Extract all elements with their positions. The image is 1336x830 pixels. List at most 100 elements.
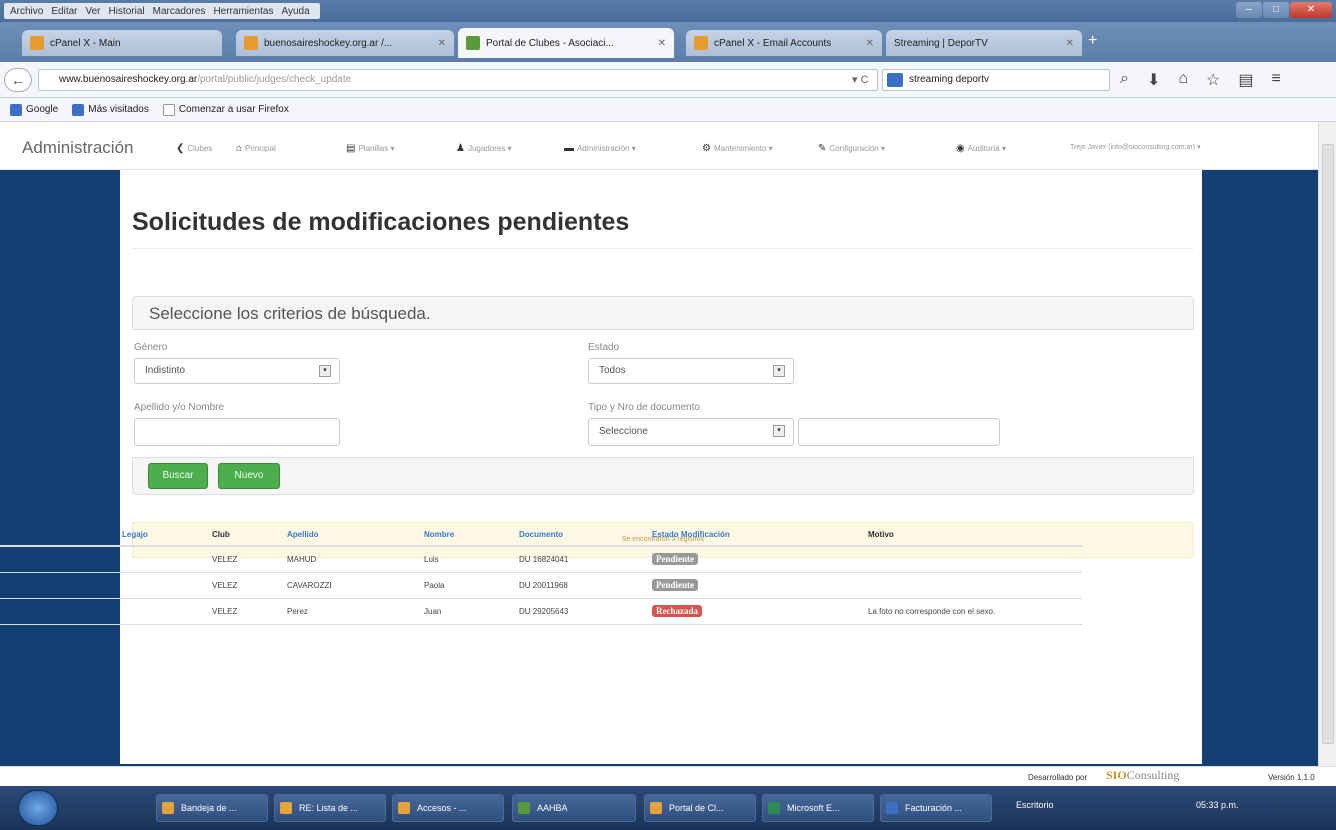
close-tab-icon[interactable]: ✕	[438, 38, 446, 49]
search-icon[interactable]: ⌕	[1120, 70, 1129, 90]
nav-principal[interactable]: ⌂ Principal	[236, 143, 276, 154]
url-bar[interactable]: www.buenosaireshockey.org.ar/portal/publ…	[38, 69, 878, 91]
taskbar-item[interactable]: Bandeja de ...	[156, 794, 268, 822]
nav-label: Principal	[245, 144, 276, 153]
app-icon	[518, 802, 530, 814]
col-motivo[interactable]: Motivo	[868, 524, 1082, 547]
tab-cpanel-email[interactable]: cPanel X - Email Accounts ✕	[686, 30, 882, 56]
nav-label: Planillas	[358, 144, 389, 153]
close-window-button[interactable]: ✕	[1290, 2, 1332, 18]
taskbar-label: Portal de Cl...	[669, 803, 724, 813]
nav-configuracion[interactable]: ✎ Configuración ▾	[818, 143, 885, 154]
nav-mantenimiento[interactable]: ⚙ Mantenimiento ▾	[702, 143, 773, 154]
menu-marcadores[interactable]: Marcadores	[153, 6, 206, 17]
nav-jugadores[interactable]: ♟ Jugadores ▾	[456, 143, 512, 154]
close-tab-icon[interactable]: ✕	[1066, 38, 1074, 49]
taskbar-item[interactable]: Facturación ...	[880, 794, 992, 822]
chevron-down-icon: ▾	[773, 425, 785, 437]
app-icon	[886, 802, 898, 814]
windows-taskbar: Bandeja de ... RE: Lista de ... Accesos …	[0, 786, 1336, 830]
portal-icon	[466, 36, 480, 50]
col-apellido[interactable]: Apellido	[287, 524, 424, 547]
folder-icon	[72, 103, 85, 116]
version-label: Versión 1.1.0	[1268, 773, 1315, 782]
taskbar-item[interactable]: AAHBA	[512, 794, 636, 822]
tipo-documento-select[interactable]: Seleccione ▾	[588, 418, 794, 446]
taskbar-item[interactable]: Microsoft E...	[762, 794, 874, 822]
taskbar-label: Bandeja de ...	[181, 803, 237, 813]
tab-portal-clubes[interactable]: Portal de Clubes - Asociaci... ✕	[458, 28, 674, 58]
col-nombre[interactable]: Nombre	[424, 524, 519, 547]
menu-icon[interactable]: ≡	[1272, 70, 1281, 90]
download-icon[interactable]: ⬇	[1147, 70, 1160, 90]
nav-clubes[interactable]: ❮ Clubes	[176, 143, 212, 154]
new-tab-button[interactable]: +	[1088, 32, 1097, 50]
back-button[interactable]: ←	[4, 68, 32, 92]
page-scrollbar[interactable]	[1318, 122, 1336, 784]
menu-archivo[interactable]: Archivo	[10, 6, 43, 17]
bookmark-google[interactable]: Google	[10, 103, 58, 116]
estado-select[interactable]: Todos ▾	[588, 358, 794, 384]
menu-ayuda[interactable]: Ayuda	[281, 6, 309, 17]
col-legajo[interactable]: Legajo	[0, 524, 212, 547]
tab-streaming[interactable]: Streaming | DeporTV ✕	[886, 30, 1082, 56]
buscar-button[interactable]: Buscar	[148, 463, 208, 489]
home-icon: ⌂	[236, 143, 243, 154]
bookmarks-icon[interactable]: ▤	[1238, 70, 1253, 90]
menu-herramientas[interactable]: Herramientas	[213, 6, 273, 17]
table-row[interactable]: VELEZ MAHUD Luis DU 16824041 Pendiente	[0, 546, 1082, 573]
col-club[interactable]: Club	[212, 524, 287, 547]
tab-label: cPanel X - Main	[50, 37, 121, 49]
taskbar-item[interactable]: Accesos - ...	[392, 794, 504, 822]
system-tray: Escritorio 05:33 p.m.	[1016, 800, 1239, 810]
nav-auditoria[interactable]: ◉ Auditoría ▾	[956, 143, 1006, 154]
start-button[interactable]	[18, 790, 58, 826]
nombre-input[interactable]	[134, 418, 340, 446]
cell-apellido: Perez	[287, 598, 424, 625]
scrollbar-thumb[interactable]	[1322, 144, 1334, 744]
nav-planillas[interactable]: ▤ Planillas ▾	[346, 143, 395, 154]
tab-buenosaires[interactable]: buenosaireshockey.org.ar /... ✕	[236, 30, 454, 56]
col-documento[interactable]: Documento	[519, 524, 652, 547]
home-icon[interactable]: ⌂	[1178, 70, 1188, 90]
nav-administracion[interactable]: ▬ Administración ▾	[564, 143, 636, 154]
app-footer: Desarrollado por SIOConsulting Versión 1…	[0, 766, 1336, 786]
search-input[interactable]: streaming deportv	[882, 69, 1110, 91]
bookmark-mas-visitados[interactable]: Más visitados	[72, 103, 149, 116]
close-tab-icon[interactable]: ✕	[658, 38, 666, 49]
globe-icon: ◉	[956, 143, 965, 154]
page-icon	[162, 103, 175, 116]
app-icon	[398, 802, 410, 814]
nav-user-menu[interactable]: Trejo Javier (info@sioconsulting.com.ar)…	[1070, 143, 1201, 151]
table-row[interactable]: VELEZ Perez Juan DU 29205643 Rechazada L…	[0, 598, 1082, 625]
desktop-label[interactable]: Escritorio	[1016, 800, 1054, 810]
tab-label: cPanel X - Email Accounts	[714, 37, 832, 49]
taskbar-item[interactable]: RE: Lista de ...	[274, 794, 386, 822]
estado-value: Todos	[599, 365, 626, 376]
nuevo-button[interactable]: Nuevo	[218, 463, 280, 489]
menu-historial[interactable]: Historial	[109, 6, 145, 17]
minimize-button[interactable]: –	[1236, 2, 1262, 18]
reload-icon[interactable]: ▾ C	[852, 73, 869, 86]
maximize-button[interactable]: □	[1263, 2, 1289, 18]
clock[interactable]: 05:33 p.m.	[1196, 800, 1239, 810]
menu-editar[interactable]: Editar	[51, 6, 77, 17]
numero-documento-input[interactable]	[798, 418, 1000, 446]
close-tab-icon[interactable]: ✕	[866, 38, 874, 49]
cell-estado: Pendiente	[652, 572, 868, 599]
menu-ver[interactable]: Ver	[85, 6, 100, 17]
company-logo-mark: SIO	[1106, 768, 1127, 782]
search-engine-icon[interactable]	[887, 73, 903, 87]
table-row[interactable]: VELEZ CAVAROZZI Paola DU 20011968 Pendie…	[0, 572, 1082, 599]
cell-legajo	[0, 572, 212, 599]
bookmark-firefox[interactable]: Comenzar a usar Firefox	[162, 103, 289, 116]
genero-value: Indistinto	[145, 365, 186, 376]
taskbar-item[interactable]: Portal de Cl...	[644, 794, 756, 822]
app-brand[interactable]: Administración	[22, 138, 134, 158]
tab-cpanel-main[interactable]: cPanel X - Main	[22, 30, 222, 56]
genero-select[interactable]: Indistinto ▾	[134, 358, 340, 384]
cell-documento: DU 16824041	[519, 546, 652, 573]
col-estado[interactable]: Estado Modificación	[652, 524, 868, 547]
star-icon[interactable]: ☆	[1206, 70, 1220, 90]
cell-motivo	[868, 572, 1082, 599]
